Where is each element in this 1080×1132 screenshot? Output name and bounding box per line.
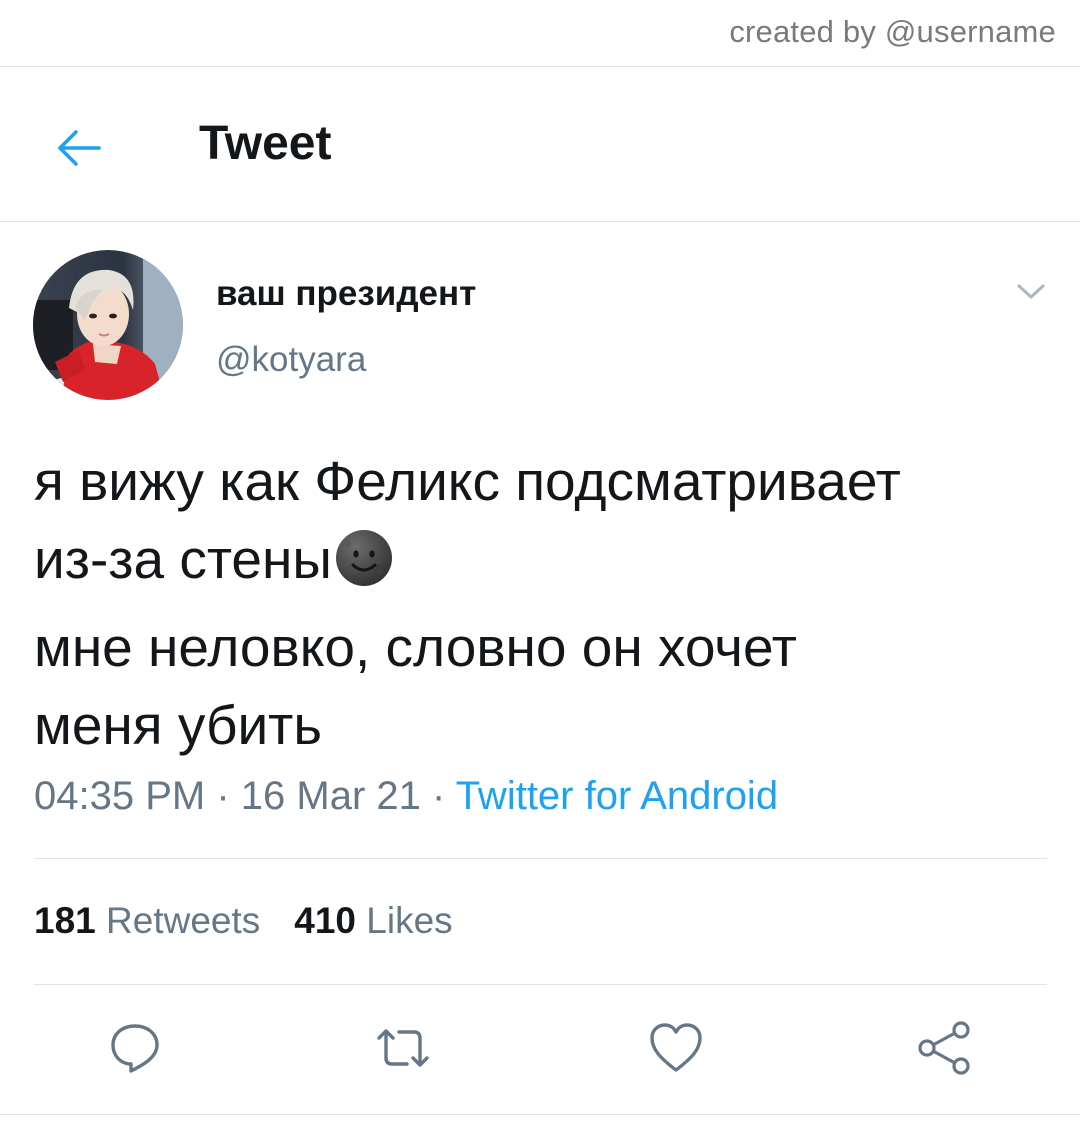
tweet-text-line: из-за стены xyxy=(34,528,332,590)
arrow-left-icon xyxy=(58,130,101,166)
header-divider xyxy=(0,221,1080,222)
retweet-icon xyxy=(377,1029,429,1067)
meta-separator: · xyxy=(205,774,241,818)
meta-divider xyxy=(34,858,1047,859)
likes-stat[interactable]: 410 Likes xyxy=(294,900,452,941)
page-title: Tweet xyxy=(199,117,332,170)
like-button[interactable] xyxy=(644,1016,708,1080)
author-display-name[interactable]: ваш президент xyxy=(216,274,476,314)
top-divider xyxy=(0,66,1080,67)
reply-button[interactable] xyxy=(103,1016,167,1080)
tweet-source-link[interactable]: Twitter for Android xyxy=(456,774,778,818)
chevron-down-icon xyxy=(1017,284,1045,299)
header: Tweet xyxy=(0,68,1080,221)
retweets-count: 181 xyxy=(34,900,96,941)
tweet-meta: 04:35 PM · 16 Mar 21 · Twitter for Andro… xyxy=(34,774,778,819)
tweet-text: я вижу как Феликс подсматривает из-за ст… xyxy=(34,442,1044,764)
more-options-button[interactable] xyxy=(1013,278,1049,306)
tweet-stats: 181 Retweets 410 Likes xyxy=(34,900,453,942)
stats-divider xyxy=(34,984,1047,985)
reply-icon xyxy=(111,1024,159,1073)
retweets-stat[interactable]: 181 Retweets xyxy=(34,900,260,941)
retweets-label: Retweets xyxy=(106,900,261,941)
retweet-button[interactable] xyxy=(371,1016,435,1080)
new-moon-face-emoji-icon xyxy=(334,528,394,608)
avatar-image xyxy=(33,250,183,400)
watermark: created by @username xyxy=(729,14,1056,49)
tweet-time: 04:35 PM xyxy=(34,774,206,818)
tweet-text-line-with-emoji: из-за стены xyxy=(34,520,1044,608)
tweet-text-line: меня убить xyxy=(34,694,323,756)
likes-label: Likes xyxy=(366,900,453,941)
tweet-date: 16 Mar 21 xyxy=(240,774,421,818)
share-icon xyxy=(918,1021,970,1075)
meta-separator: · xyxy=(420,774,456,818)
likes-count: 410 xyxy=(294,900,356,941)
author-handle[interactable]: @kotyara xyxy=(216,340,366,380)
tweet-text-line: мне неловко, словно он хочет xyxy=(34,616,797,678)
back-button[interactable] xyxy=(50,120,106,176)
heart-icon xyxy=(650,1023,702,1072)
share-button[interactable] xyxy=(912,1016,976,1080)
avatar[interactable] xyxy=(33,250,183,400)
tweet-text-line: я вижу как Феликс подсматривает xyxy=(34,450,901,512)
bottom-divider xyxy=(0,1114,1080,1115)
